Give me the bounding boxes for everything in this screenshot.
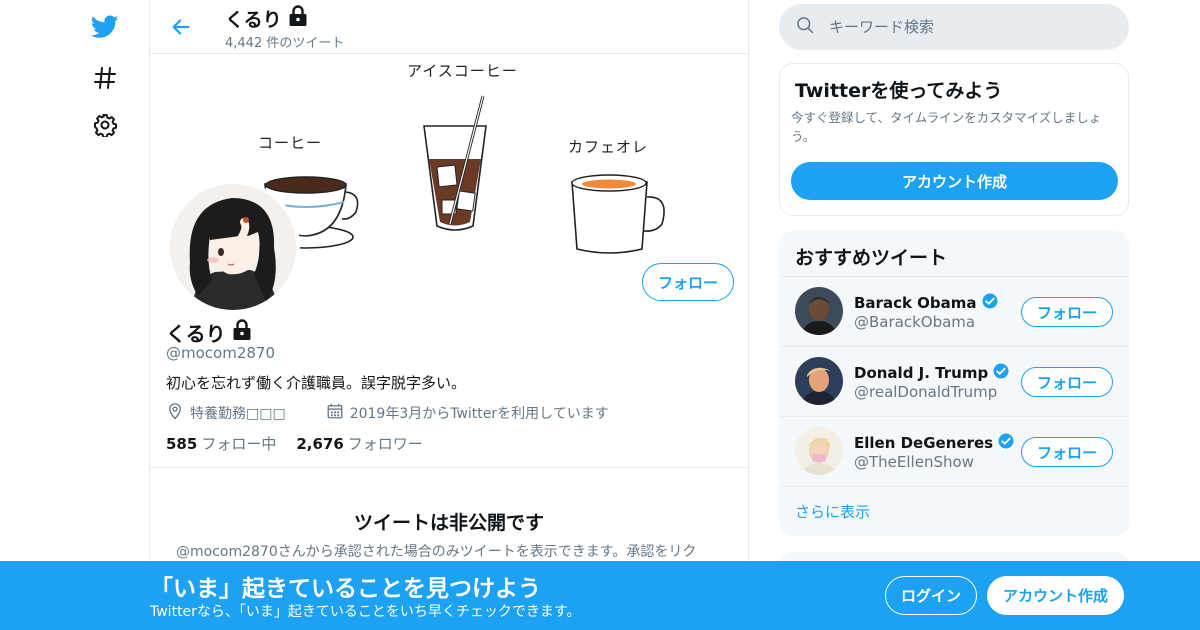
lock-icon xyxy=(288,5,308,32)
suggestion-avatar[interactable] xyxy=(795,427,843,475)
avatar-illustration xyxy=(170,184,296,310)
verified-badge-icon xyxy=(981,292,999,314)
suggestion-item[interactable]: Barack Obama @BarackObama フォロー xyxy=(779,276,1129,346)
suggestion-name: Ellen DeGeneres xyxy=(854,432,1015,454)
suggestion-name-text: Donald J. Trump xyxy=(854,364,989,382)
suggestion-name: Donald J. Trump xyxy=(854,362,1010,384)
joined-item: 2019年3月からTwitterを利用しています xyxy=(326,402,609,424)
header-name-text: くるり xyxy=(225,9,282,31)
signup-card-title: Twitterを使ってみよう xyxy=(795,80,1003,102)
following-count: 585 xyxy=(166,435,198,453)
following-label: フォロー中 xyxy=(201,435,277,453)
suggestion-handle: @realDonaldTrump xyxy=(854,383,998,401)
gear-icon[interactable] xyxy=(90,110,120,140)
section-divider xyxy=(150,467,748,468)
profile-header: くるり 4,442 件のツイート xyxy=(150,0,748,54)
profile-stats: 585 フォロー中 2,676 フォロワー xyxy=(166,433,423,454)
private-tweets-description: @mocom2870さんから承認された場合のみツイートを表示できます。承認をリク xyxy=(176,544,697,560)
profile-name-text: くるり xyxy=(166,322,226,346)
profile-bio: 初心を忘れず働く介護職員。誤字脱字多い。 xyxy=(166,374,467,392)
suggestions-title: おすすめツイート xyxy=(795,247,948,269)
page: くるり 4,442 件のツイート コーヒー アイスコーヒー カフェオレ フォロー… xyxy=(0,0,1200,630)
suggestion-item[interactable]: Ellen DeGeneres @TheEllenShow フォロー xyxy=(779,416,1129,486)
header-title: くるり xyxy=(225,5,308,32)
followers-label: フォロワー xyxy=(347,435,423,453)
verified-badge-icon xyxy=(997,432,1015,454)
suggestion-name-text: Barack Obama xyxy=(854,294,977,312)
suggestion-follow-button[interactable]: フォロー xyxy=(1021,297,1113,327)
profile-meta: 特養勤務□□□ 2019年3月からTwitterを利用しています xyxy=(166,402,609,424)
hashtag-icon[interactable] xyxy=(90,63,120,93)
left-nav xyxy=(80,0,130,630)
location-pin-icon xyxy=(166,402,184,424)
suggestion-avatar[interactable] xyxy=(795,357,843,405)
followers-stat[interactable]: 2,676 フォロワー xyxy=(296,433,422,454)
create-account-button[interactable]: アカウント作成 xyxy=(791,162,1118,200)
search-icon xyxy=(795,15,815,39)
signup-card: Twitterを使ってみよう 今すぐ登録して、タイムラインをカスタマイズしましょ… xyxy=(779,63,1129,216)
suggestion-handle: @BarackObama xyxy=(854,313,976,331)
suggestions-list: Barack Obama @BarackObama フォロー Donald J.… xyxy=(779,276,1129,486)
location-text: 特養勤務□□□ xyxy=(190,406,286,422)
lock-icon xyxy=(232,319,252,346)
back-arrow-icon[interactable] xyxy=(168,14,194,40)
private-tweets-title: ツイートは非公開です xyxy=(353,512,544,534)
tweet-count: 4,442 件のツイート xyxy=(225,36,345,51)
suggestion-avatar[interactable] xyxy=(795,287,843,335)
suggestion-follow-button[interactable]: フォロー xyxy=(1021,437,1113,467)
suggestion-handle: @TheEllenShow xyxy=(854,453,974,471)
signup-button[interactable]: アカウント作成 xyxy=(987,576,1124,615)
calendar-icon xyxy=(326,402,344,424)
location-item: 特養勤務□□□ xyxy=(166,402,286,424)
profile-name: くるり xyxy=(166,318,252,347)
suggestion-name-text: Ellen DeGeneres xyxy=(854,434,994,452)
profile-column: くるり 4,442 件のツイート コーヒー アイスコーヒー カフェオレ フォロー… xyxy=(149,0,749,630)
bottom-signup-bar: 「いま」起きていることを見つけよう Twitterなら、「いま」起きていることを… xyxy=(0,561,1200,630)
show-more-row[interactable]: さらに表示 xyxy=(779,486,1129,536)
profile-handle: @mocom2870 xyxy=(166,344,275,362)
suggestion-name: Barack Obama xyxy=(854,292,999,314)
signup-card-description: 今すぐ登録して、タイムラインをカスタマイズしましょう。 xyxy=(791,110,1102,144)
suggestion-item[interactable]: Donald J. Trump @realDonaldTrump フォロー xyxy=(779,346,1129,416)
verified-badge-icon xyxy=(992,362,1010,384)
show-more-link[interactable]: さらに表示 xyxy=(795,501,870,522)
joined-text: 2019年3月からTwitterを利用しています xyxy=(349,406,609,422)
bottom-bar-subtitle: Twitterなら、「いま」起きていることをいち早くチェックできます。 xyxy=(150,604,581,620)
twitter-bird-icon[interactable] xyxy=(90,12,120,42)
login-button[interactable]: ログイン xyxy=(885,576,977,615)
suggestions-card: おすすめツイート Barack Obama @BarackObama フォロー … xyxy=(779,231,1129,536)
suggestion-follow-button[interactable]: フォロー xyxy=(1021,367,1113,397)
profile-avatar[interactable] xyxy=(166,180,300,314)
search-input[interactable] xyxy=(829,18,1089,36)
search-box[interactable] xyxy=(779,4,1129,50)
followers-count: 2,676 xyxy=(296,435,344,453)
follow-button[interactable]: フォロー xyxy=(642,263,734,301)
bottom-bar-title: 「いま」起きていることを見つけよう xyxy=(150,576,541,602)
following-stat[interactable]: 585 フォロー中 xyxy=(166,433,276,454)
